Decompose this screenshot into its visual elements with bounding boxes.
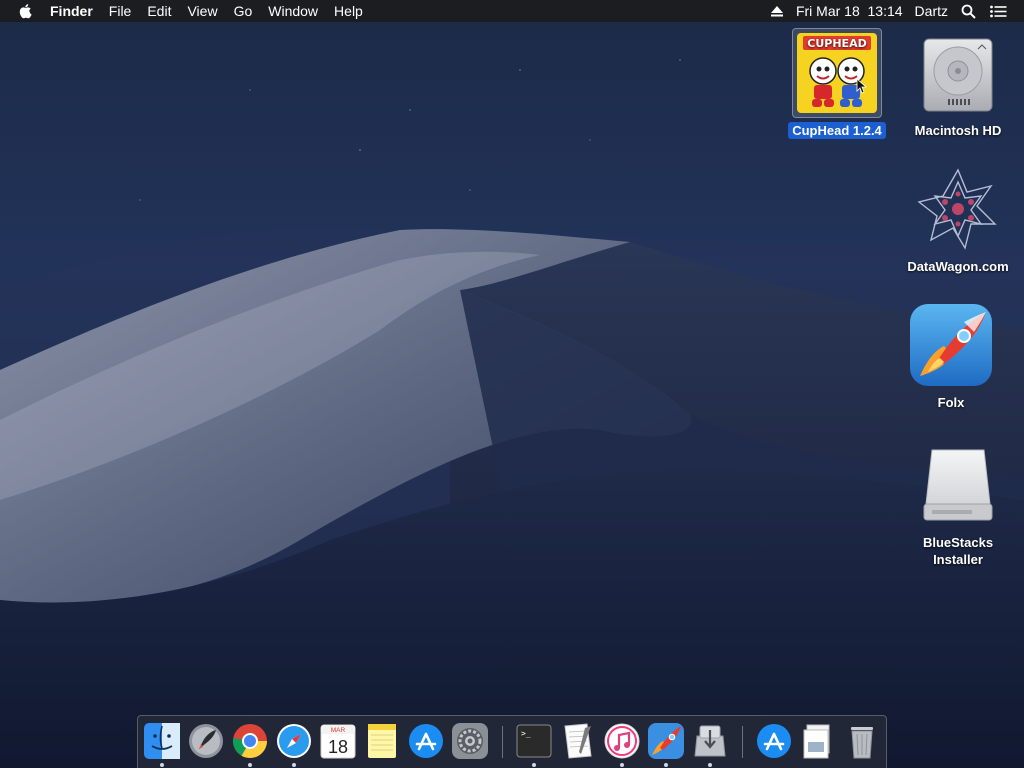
desktop-icon-macintosh-hd[interactable]: Macintosh HD — [898, 28, 1018, 139]
menu-file[interactable]: File — [101, 0, 140, 22]
desktop-icon-label: CupHead 1.2.4 — [788, 122, 886, 139]
dock-trash-icon[interactable] — [843, 722, 881, 760]
eject-icon[interactable] — [764, 5, 790, 17]
menu-clock[interactable]: Fri Mar 18 13:14 — [790, 0, 909, 22]
menu-app-name[interactable]: Finder — [42, 0, 101, 22]
dock-installer-icon[interactable] — [691, 722, 729, 760]
calendar-day: 18 — [328, 737, 348, 757]
menu-go[interactable]: Go — [226, 0, 261, 22]
dock-calendar-icon[interactable]: MAR 18 — [319, 722, 357, 760]
dock: MAR 18 >_ — [137, 715, 887, 768]
dock-app-store-icon[interactable] — [407, 722, 445, 760]
calendar-month: MAR — [331, 727, 346, 734]
running-indicator — [532, 763, 536, 767]
dock-terminal-icon[interactable]: >_ — [515, 722, 553, 760]
desktop-icon-datawagon[interactable]: DataWagon.com — [898, 164, 1018, 275]
menu-help[interactable]: Help — [326, 0, 371, 22]
dock-system-preferences-icon[interactable] — [451, 722, 489, 760]
dock-separator — [742, 726, 743, 758]
menu-bar: Finder File Edit View Go Window Help Fri… — [0, 0, 1024, 22]
desktop-icon-bluestacks-installer[interactable]: BlueStacks Installer — [898, 440, 1018, 568]
dock-separator — [502, 726, 503, 758]
menu-edit[interactable]: Edit — [139, 0, 179, 22]
dock-itunes-icon[interactable] — [603, 722, 641, 760]
dock-folx-icon[interactable] — [647, 722, 685, 760]
menu-user[interactable]: Dartz — [909, 0, 954, 22]
cuphead-title-text: CUPHEAD — [807, 37, 866, 50]
label-line: Installer — [933, 552, 983, 567]
external-drive-icon — [913, 440, 1003, 530]
desktop-icon-label: Folx — [937, 395, 965, 410]
dock-launchpad-icon[interactable] — [187, 722, 225, 760]
running-indicator — [292, 763, 296, 767]
menu-view[interactable]: View — [179, 0, 225, 22]
datawagon-logo-icon — [913, 164, 1003, 254]
dock-applications-stack-icon[interactable] — [755, 722, 793, 760]
label-line: BlueStacks — [922, 535, 994, 550]
desktop-icon-folx[interactable]: Folx — [891, 300, 1011, 411]
dock-notes-icon[interactable] — [363, 722, 401, 760]
running-indicator — [620, 763, 624, 767]
cuphead-app-icon: CUPHEAD — [792, 28, 882, 118]
desktop-icon-label: DataWagon.com — [907, 259, 1009, 274]
apple-logo-icon[interactable] — [18, 3, 34, 19]
menu-window[interactable]: Window — [260, 0, 326, 22]
desktop-icon-cuphead[interactable]: CUPHEAD CupHead 1.2.4 — [777, 28, 897, 139]
spotlight-search-icon[interactable] — [954, 4, 983, 19]
running-indicator — [708, 763, 712, 767]
dock-safari-icon[interactable] — [275, 722, 313, 760]
desktop-icon-label: Macintosh HD — [914, 123, 1002, 138]
hard-drive-icon — [913, 28, 1003, 118]
dock-chrome-icon[interactable] — [231, 722, 269, 760]
desktop-icon-label: BlueStacks Installer — [919, 534, 997, 568]
running-indicator — [664, 763, 668, 767]
running-indicator — [248, 763, 252, 767]
svg-text:>_: >_ — [521, 729, 531, 738]
dock-finder-icon[interactable] — [143, 722, 181, 760]
dock-documents-stack-icon[interactable] — [799, 722, 837, 760]
folx-rocket-icon — [906, 300, 996, 390]
notification-center-icon[interactable] — [983, 5, 1014, 18]
running-indicator — [160, 763, 164, 767]
dock-textedit-icon[interactable] — [559, 722, 597, 760]
